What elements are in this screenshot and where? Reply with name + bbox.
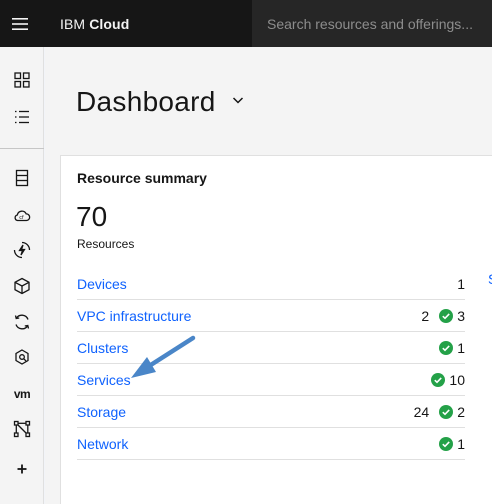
- resource-count-label: Resources: [77, 237, 135, 251]
- resource-summary-tile: Resource summary 70 Resources Devices 1 …: [60, 155, 492, 504]
- satellite-icon[interactable]: [0, 343, 44, 371]
- brand-cloud-text: Cloud: [89, 15, 130, 32]
- openshift-icon[interactable]: [0, 308, 44, 336]
- count-value: 2: [421, 307, 430, 324]
- storage-link[interactable]: Storage: [77, 404, 126, 420]
- row-values: 1: [439, 332, 465, 363]
- resource-row-clusters: Clusters 1: [77, 332, 465, 364]
- resource-row-services: Services 10: [77, 364, 465, 396]
- healthy-count: 3: [439, 308, 465, 324]
- row-values: 10: [431, 364, 465, 395]
- row-values: 1: [457, 268, 465, 299]
- healthy-count-value: 10: [449, 371, 465, 388]
- checkmark-icon: [439, 404, 454, 419]
- resource-row-network: Network 1: [77, 428, 465, 460]
- healthy-count-value: 2: [457, 403, 465, 420]
- left-navigation-rail: cf vm: [0, 47, 44, 504]
- checkmark-icon: [439, 308, 454, 323]
- chevron-down-icon[interactable]: [231, 93, 245, 107]
- checkmark-icon: [439, 340, 454, 355]
- row-values: 24 2: [414, 396, 465, 427]
- search-bar[interactable]: [252, 0, 492, 47]
- menu-icon[interactable]: [0, 0, 40, 47]
- row-values: 1: [439, 428, 465, 459]
- page-title: Dashboard: [76, 86, 216, 117]
- devices-link[interactable]: Devices: [77, 276, 127, 292]
- kubernetes-icon[interactable]: [0, 272, 44, 300]
- brand-ibm-text: IBM: [60, 15, 86, 32]
- vpc-icon[interactable]: [0, 415, 44, 443]
- rail-divider: [0, 148, 44, 149]
- healthy-count: 1: [439, 340, 465, 356]
- count-value: 1: [457, 275, 465, 292]
- classic-infrastructure-icon[interactable]: [0, 164, 44, 192]
- truncated-link[interactable]: S: [488, 271, 492, 287]
- brand-logo[interactable]: IBM Cloud: [60, 0, 129, 47]
- resource-count: 70: [76, 201, 108, 232]
- count-value: 24: [413, 403, 430, 420]
- svg-text:cf: cf: [19, 215, 24, 221]
- resource-row-storage: Storage 24 2: [77, 396, 465, 428]
- functions-icon[interactable]: [0, 236, 44, 264]
- healthy-count-value: 1: [457, 435, 465, 452]
- healthy-count-value: 3: [457, 307, 465, 324]
- vmware-label: vm: [13, 387, 31, 401]
- network-link[interactable]: Network: [77, 436, 128, 452]
- dashboard-icon[interactable]: [0, 66, 44, 94]
- vmware-icon[interactable]: vm: [0, 380, 44, 408]
- row-values: 2 3: [421, 300, 465, 331]
- main-content: Dashboard Resource summary 70 Resources …: [45, 47, 492, 504]
- cloud-foundry-icon[interactable]: cf: [0, 201, 44, 229]
- checkmark-icon: [431, 372, 446, 387]
- services-link[interactable]: Services: [77, 372, 131, 388]
- resource-row-devices: Devices 1: [77, 268, 465, 300]
- resource-row-vpc: VPC infrastructure 2 3: [77, 300, 465, 332]
- clusters-link[interactable]: Clusters: [77, 340, 128, 356]
- resource-summary-title: Resource summary: [77, 170, 207, 186]
- resource-list-icon[interactable]: [0, 103, 44, 131]
- top-navigation-bar: IBM Cloud: [0, 0, 492, 47]
- add-icon[interactable]: [0, 455, 44, 483]
- healthy-count: 2: [439, 404, 465, 420]
- checkmark-icon: [439, 436, 454, 451]
- healthy-count-value: 1: [457, 339, 465, 356]
- healthy-count: 1: [439, 436, 465, 452]
- search-input[interactable]: [267, 15, 492, 32]
- healthy-count: 10: [431, 372, 465, 388]
- vpc-infrastructure-link[interactable]: VPC infrastructure: [77, 308, 191, 324]
